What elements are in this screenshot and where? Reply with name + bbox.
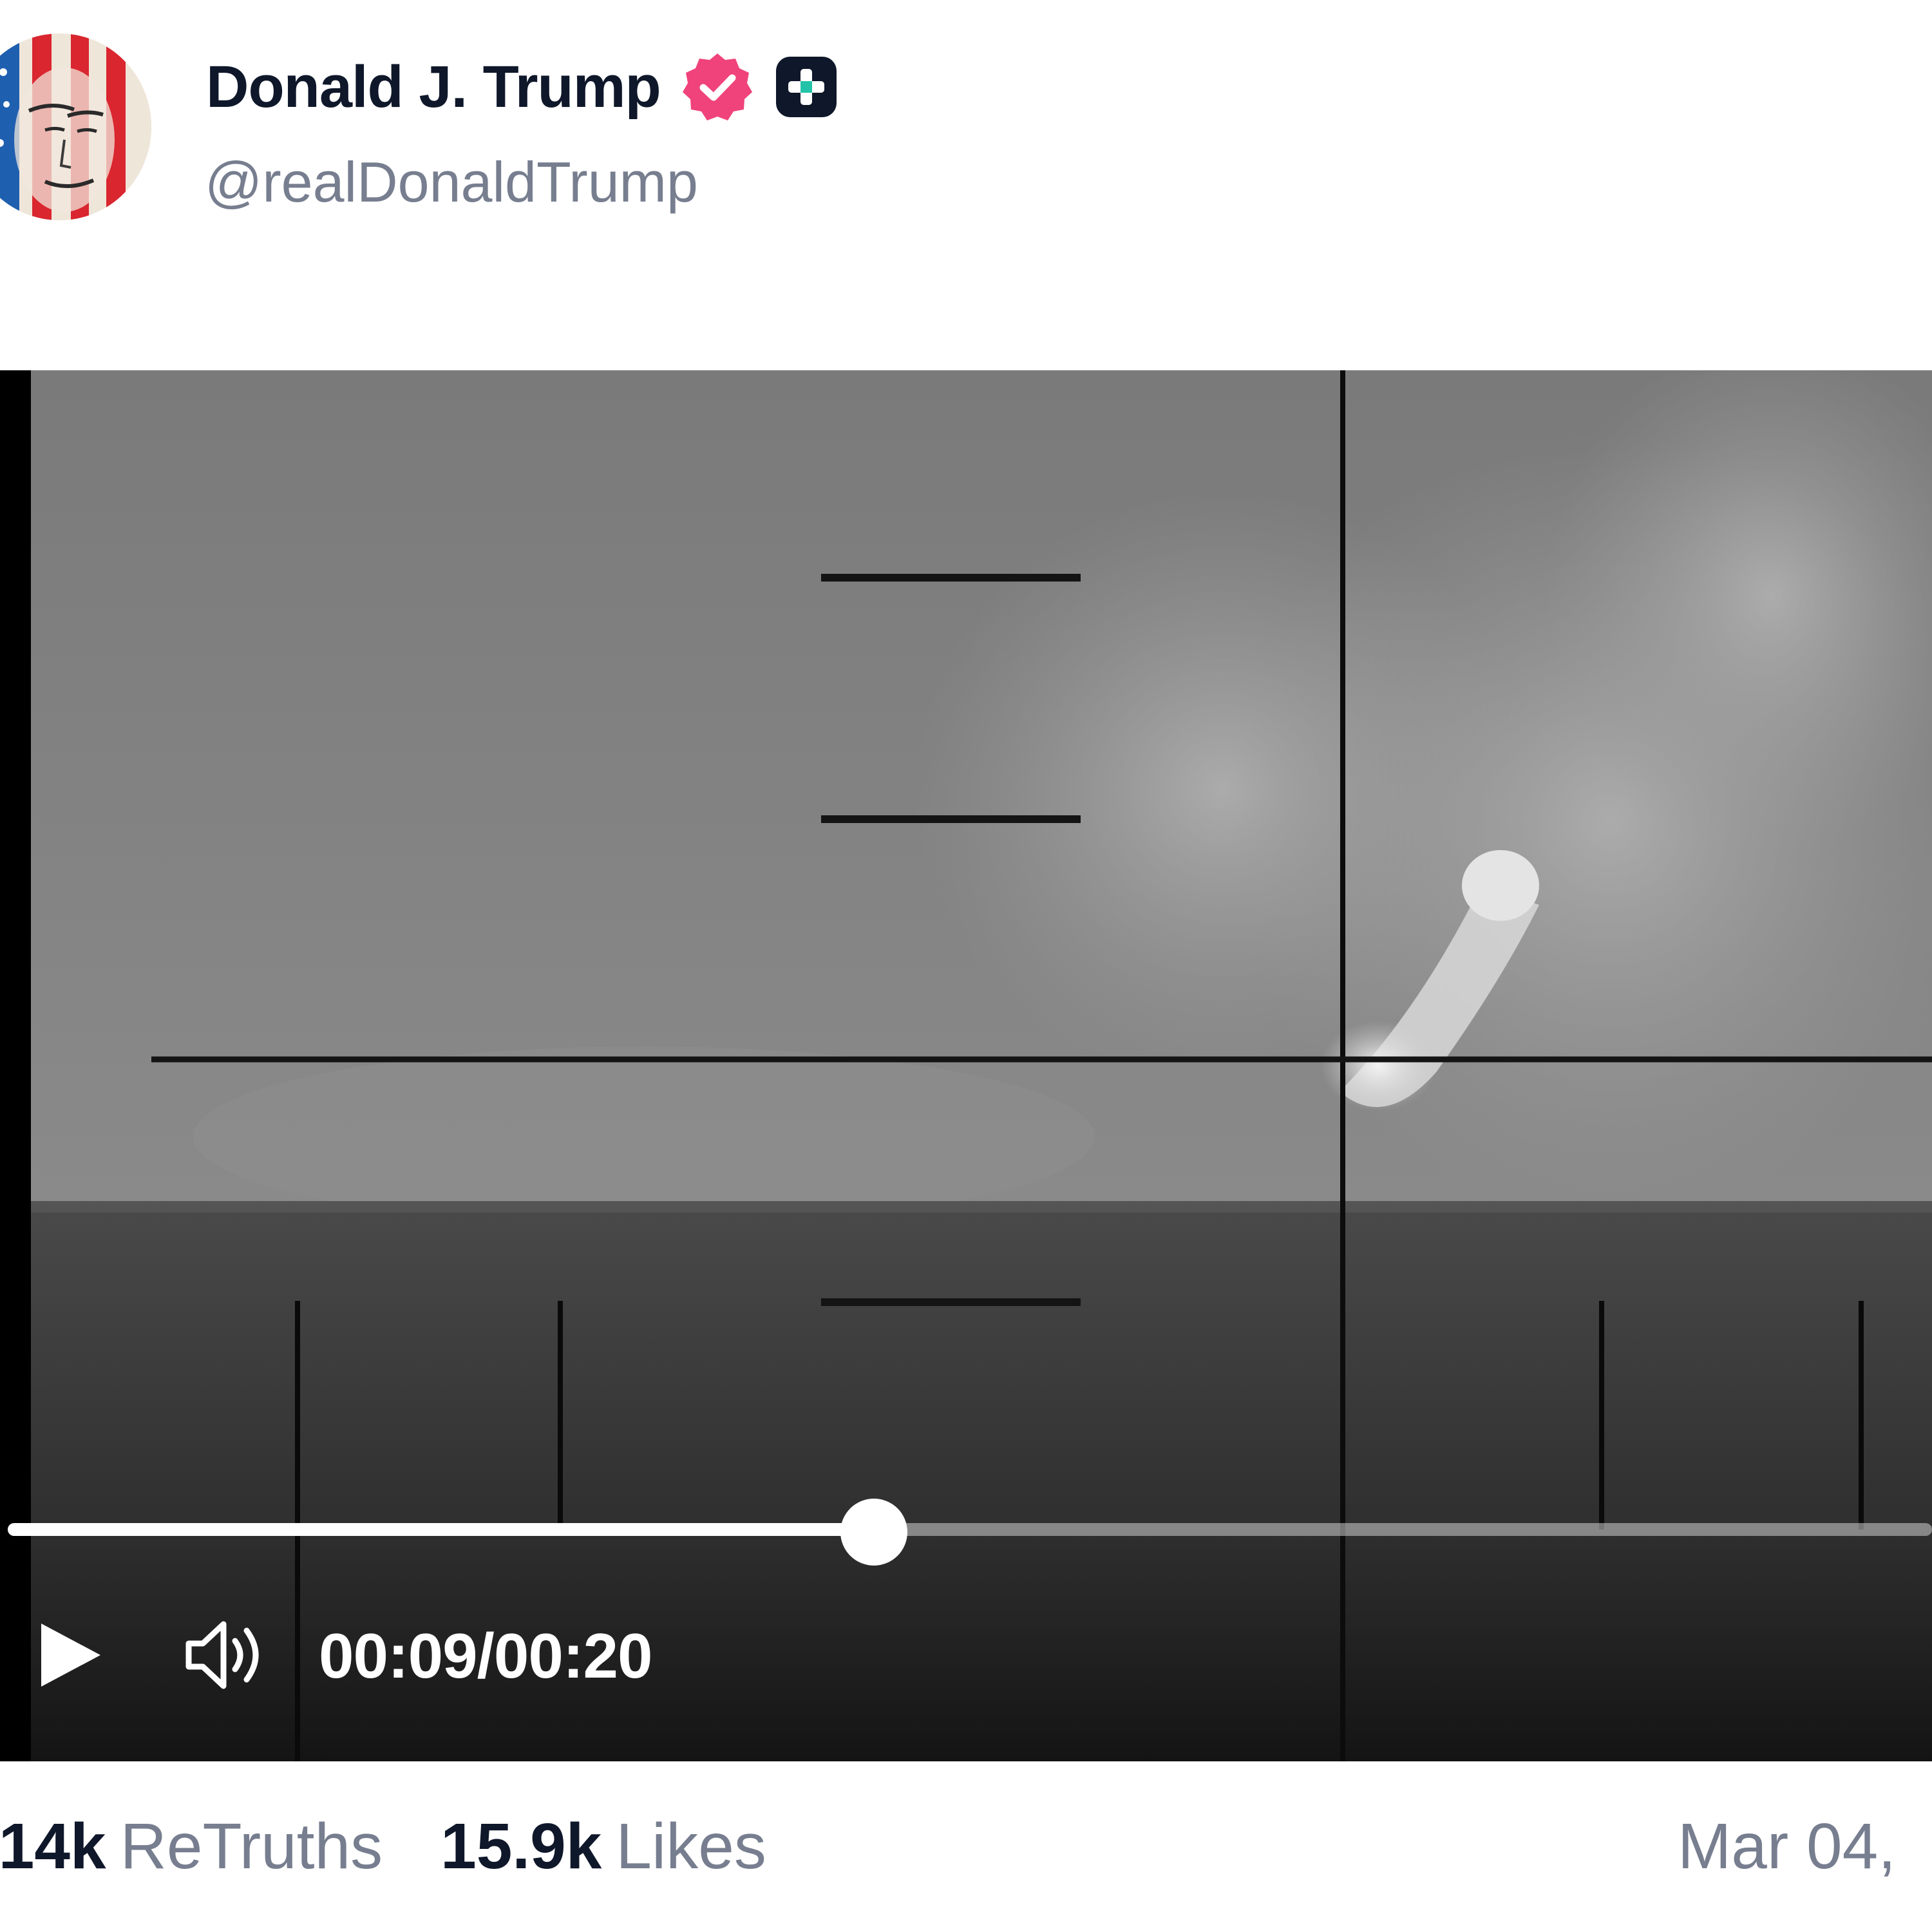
progress-handle[interactable] bbox=[840, 1499, 907, 1566]
avatar[interactable] bbox=[0, 33, 151, 220]
video-time-display: 00:09/00:20 bbox=[319, 1620, 653, 1692]
video-duration: 00:20 bbox=[493, 1620, 653, 1691]
retruths-count[interactable]: .14k bbox=[0, 1810, 106, 1884]
author-handle[interactable]: @realDonaldTrump bbox=[205, 149, 698, 215]
verified-badge-icon bbox=[682, 53, 752, 120]
post-stats: .14k ReTruths 15.9k Likes bbox=[0, 1810, 766, 1884]
likes-label[interactable]: Likes bbox=[616, 1810, 766, 1884]
post-card: Donald J. Trump @realDonaldTrump 00:09/0… bbox=[0, 0, 1932, 1932]
progress-fill bbox=[8, 1523, 874, 1536]
video-current-time: 00:09 bbox=[319, 1620, 478, 1691]
likes-count[interactable]: 15.9k bbox=[440, 1810, 601, 1884]
video-time-separator: / bbox=[477, 1620, 495, 1691]
avatar-image bbox=[0, 33, 151, 220]
author-name-row: Donald J. Trump bbox=[206, 45, 838, 129]
plus-badge-icon bbox=[775, 57, 837, 117]
play-icon[interactable] bbox=[39, 1620, 103, 1690]
retruths-label[interactable]: ReTruths bbox=[120, 1810, 383, 1884]
video-player[interactable]: 00:09/00:20 bbox=[0, 370, 1932, 1761]
video-progress-bar[interactable] bbox=[0, 1497, 1932, 1566]
author-display-name[interactable]: Donald J. Trump bbox=[206, 53, 661, 121]
post-date[interactable]: Mar 04, bbox=[1678, 1810, 1896, 1884]
volume-icon[interactable] bbox=[184, 1616, 267, 1694]
